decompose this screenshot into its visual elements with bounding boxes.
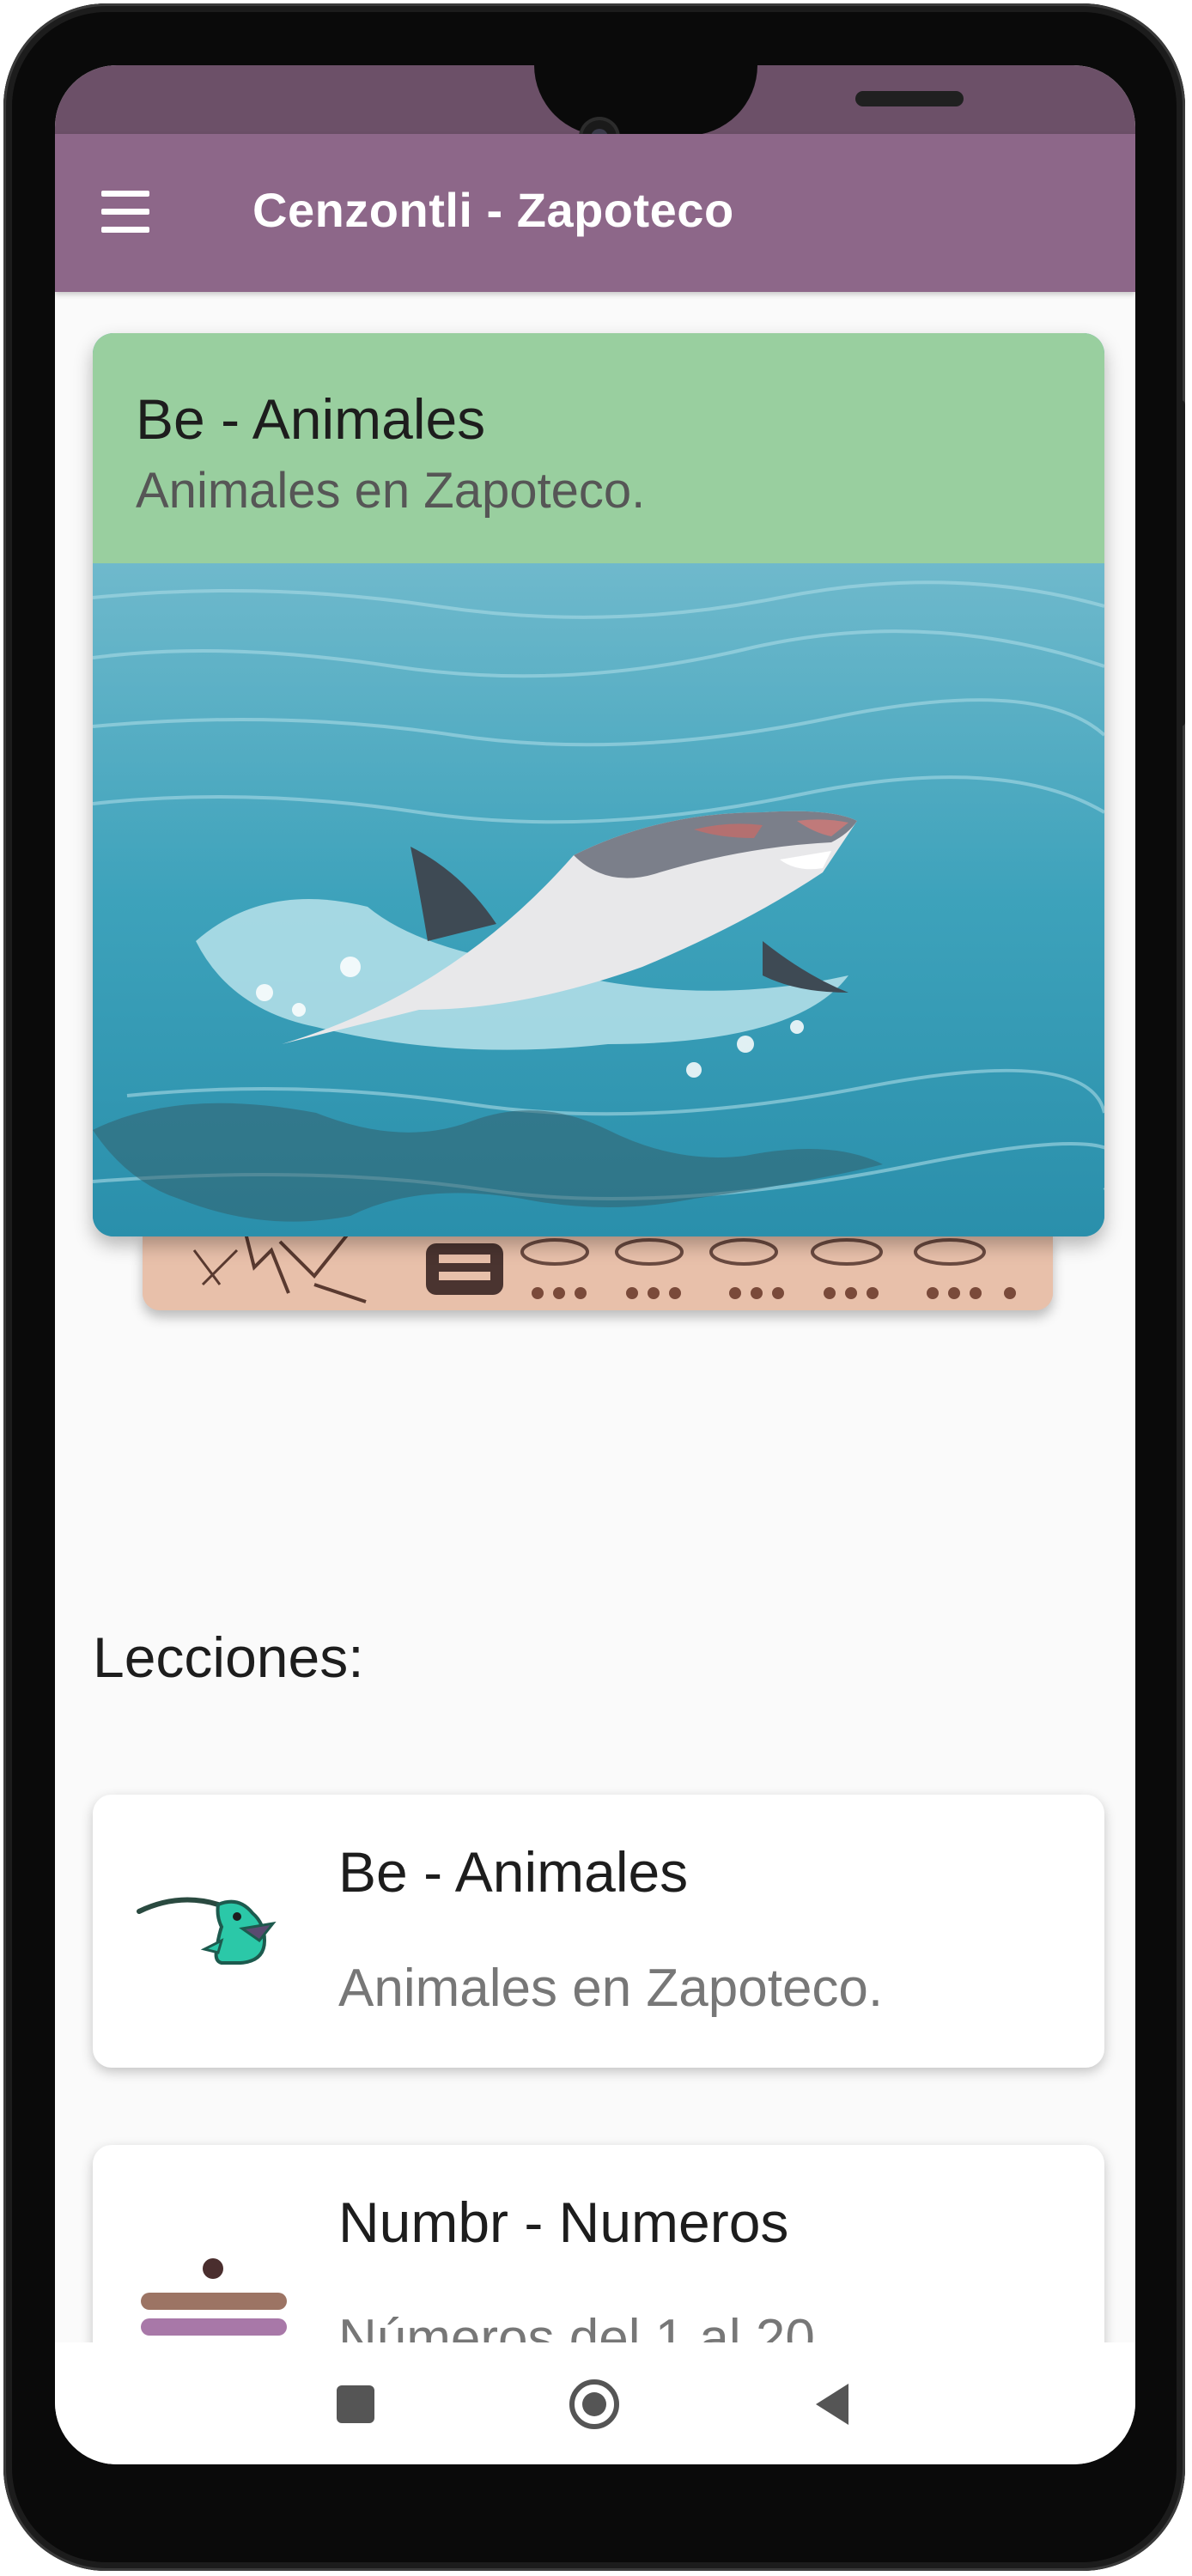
lessons-heading: Lecciones:: [93, 1625, 364, 1689]
lesson-title: Numbr - Numeros: [338, 2190, 789, 2254]
shark-illustration-image: [93, 563, 1104, 1236]
zapotec-numeral-icon: [141, 2258, 287, 2336]
lesson-card-animales[interactable]: Be - Animales Animales en Zapoteco.: [93, 1795, 1104, 2068]
side-power-button: [1177, 400, 1185, 726]
featured-card-header: Be - Animales Animales en Zapoteco.: [93, 333, 1104, 563]
stacked-card-preview[interactable]: [143, 1233, 1053, 1310]
system-navigation-bar: [55, 2342, 1135, 2464]
app-bar: Cenzontli - Zapoteco: [55, 134, 1135, 292]
recents-square-icon[interactable]: [330, 2379, 381, 2430]
home-circle-icon[interactable]: [569, 2379, 620, 2430]
featured-card-title: Be - Animales: [136, 387, 486, 451]
lesson-title: Be - Animales: [338, 1840, 689, 1904]
lesson-subtitle: Animales en Zapoteco.: [338, 1959, 884, 2018]
hamburger-menu-icon[interactable]: [96, 182, 153, 242]
app-title: Cenzontli - Zapoteco: [252, 183, 734, 237]
featured-lesson-card[interactable]: Be - Animales Animales en Zapoteco.: [93, 333, 1104, 1236]
earpiece-speaker: [855, 91, 964, 106]
phone-frame: Cenzontli - Zapoteco Be - Animales Anima…: [3, 3, 1185, 2571]
camera-notch: [534, 65, 757, 136]
featured-card-subtitle: Animales en Zapoteco.: [136, 463, 646, 519]
hummingbird-icon: [137, 1897, 277, 1965]
zapotec-glyphs-image: [143, 1233, 1053, 1310]
back-triangle-icon[interactable]: [807, 2379, 859, 2430]
phone-screen: Cenzontli - Zapoteco Be - Animales Anima…: [55, 65, 1135, 2464]
